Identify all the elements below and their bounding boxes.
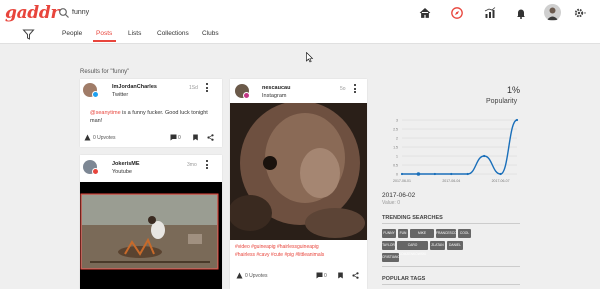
trending-chip[interactable]: MIKE SHEZOME xyxy=(410,229,434,244)
username[interactable]: nescaucau xyxy=(262,85,290,91)
filter-icon[interactable] xyxy=(22,28,35,41)
share-icon[interactable] xyxy=(352,272,359,279)
share-icon[interactable] xyxy=(207,134,214,141)
platform-label: Instagram xyxy=(262,93,287,99)
y-tick-label: 0 xyxy=(396,173,398,177)
trending-chip[interactable]: CRISTIANO xyxy=(382,253,400,262)
comment-icon[interactable] xyxy=(170,134,177,141)
y-tick-label: 1 xyxy=(396,155,398,159)
sub-nav xyxy=(0,26,600,44)
trending-chip[interactable]: CARO KOMZENKOWSKI xyxy=(397,241,428,256)
trending-chip[interactable]: COOL xyxy=(458,229,471,238)
x-tick-label: 2017-06-01 xyxy=(393,179,411,183)
data-point[interactable] xyxy=(416,172,421,176)
trending-chip[interactable]: FUN xyxy=(398,229,408,238)
data-point[interactable] xyxy=(433,172,436,176)
data-point[interactable] xyxy=(466,172,469,176)
instagram-badge-icon xyxy=(243,92,250,99)
post-image[interactable] xyxy=(230,103,367,240)
y-tick-label: 1.5 xyxy=(393,146,398,150)
trending-searches-title: TRENDING SEARCHES xyxy=(382,215,443,221)
search-icon[interactable] xyxy=(58,7,70,19)
hashtags-line[interactable]: #hairless #cavy #cute #pig #littleanimal… xyxy=(235,251,324,259)
data-point[interactable] xyxy=(499,172,502,176)
platform-label: Youtube xyxy=(112,169,132,175)
y-tick-label: 2 xyxy=(396,137,398,141)
logo[interactable]: gaddr xyxy=(5,3,59,23)
trending-chip[interactable]: DANIEL xyxy=(447,241,463,250)
data-point[interactable] xyxy=(450,172,453,176)
search-input[interactable] xyxy=(72,5,312,20)
guinea-pig-photo xyxy=(230,103,367,240)
more-options-icon[interactable] xyxy=(206,160,209,171)
upvote-icon[interactable] xyxy=(84,134,91,141)
bookmark-icon[interactable] xyxy=(192,134,199,141)
upvote-count: 0 Upvotes xyxy=(245,273,268,279)
home-icon[interactable] xyxy=(418,6,432,20)
video-player[interactable] xyxy=(80,182,222,289)
upvote-icon[interactable] xyxy=(236,272,243,279)
selected-date: 2017-06-02 xyxy=(382,192,416,199)
upvote-count: 0 Upvotes xyxy=(93,135,116,141)
x-tick-label: 2017-06-04 xyxy=(442,179,460,183)
x-tick-label: 2017-06-07 xyxy=(492,179,510,183)
more-options-icon[interactable] xyxy=(206,83,209,94)
tab-active-underline xyxy=(93,40,116,42)
youtube-badge-icon xyxy=(92,168,99,175)
bell-icon[interactable] xyxy=(514,6,528,20)
popularity-chart[interactable]: 0 0.5 1 1.5 2 2.5 3 2017-06-01 2017-06-04 2017-0… xyxy=(372,112,522,190)
avatar[interactable] xyxy=(544,4,561,21)
trending-chip[interactable]: TAYLOR xyxy=(382,241,395,250)
selected-value: Value: 0 xyxy=(382,200,400,206)
data-point[interactable] xyxy=(483,154,486,158)
tab-clubs[interactable]: Clubs xyxy=(202,30,219,41)
post-time: 3mo xyxy=(187,162,197,168)
mention-link[interactable]: @seanytime xyxy=(90,110,121,116)
comment-count: 0 xyxy=(178,135,181,141)
more-options-icon[interactable] xyxy=(354,84,357,95)
video-thumbnail xyxy=(80,182,222,289)
data-point[interactable] xyxy=(515,118,519,122)
username[interactable]: JokerisME xyxy=(112,161,140,167)
cursor-icon xyxy=(306,52,314,63)
results-label: Results for "funny" xyxy=(80,69,130,75)
tab-collections[interactable]: Collections xyxy=(157,30,189,41)
compass-icon[interactable] xyxy=(450,6,464,20)
trending-chip[interactable]: FUNNY xyxy=(382,229,396,238)
y-tick-label: 2.5 xyxy=(393,128,398,132)
divider xyxy=(382,284,520,285)
username[interactable]: ImJordanCharles xyxy=(112,84,157,90)
popular-tags-title: POPULAR TAGS xyxy=(382,276,426,282)
popularity-label: Popularity xyxy=(486,98,518,105)
data-point[interactable] xyxy=(400,172,404,176)
y-tick-label: 0.5 xyxy=(393,164,398,168)
popularity-percent: 1% xyxy=(507,85,521,95)
post-time: 1Sd xyxy=(189,85,198,91)
tab-lists[interactable]: Lists xyxy=(128,30,141,41)
gear-icon[interactable] xyxy=(573,6,587,20)
comment-icon[interactable] xyxy=(316,272,323,279)
stats-icon[interactable] xyxy=(483,6,497,20)
divider xyxy=(382,223,520,224)
trending-chip[interactable]: FRANCESCO xyxy=(436,229,457,238)
trending-chip[interactable]: ZLATAN xyxy=(430,241,445,250)
hashtags-line[interactable]: #video #guineapig #hairlessguineapig xyxy=(235,243,319,251)
divider xyxy=(382,266,520,267)
post-text: @seanytime is a funny fucker. Good luck … xyxy=(90,109,218,125)
platform-label: Twitter xyxy=(112,92,129,98)
post-time: 5o xyxy=(340,86,346,92)
comment-count: 0 xyxy=(324,273,327,279)
bookmark-icon[interactable] xyxy=(337,272,344,279)
y-tick-label: 3 xyxy=(396,119,398,123)
twitter-badge-icon xyxy=(92,91,99,98)
tab-people[interactable]: People xyxy=(62,30,82,41)
